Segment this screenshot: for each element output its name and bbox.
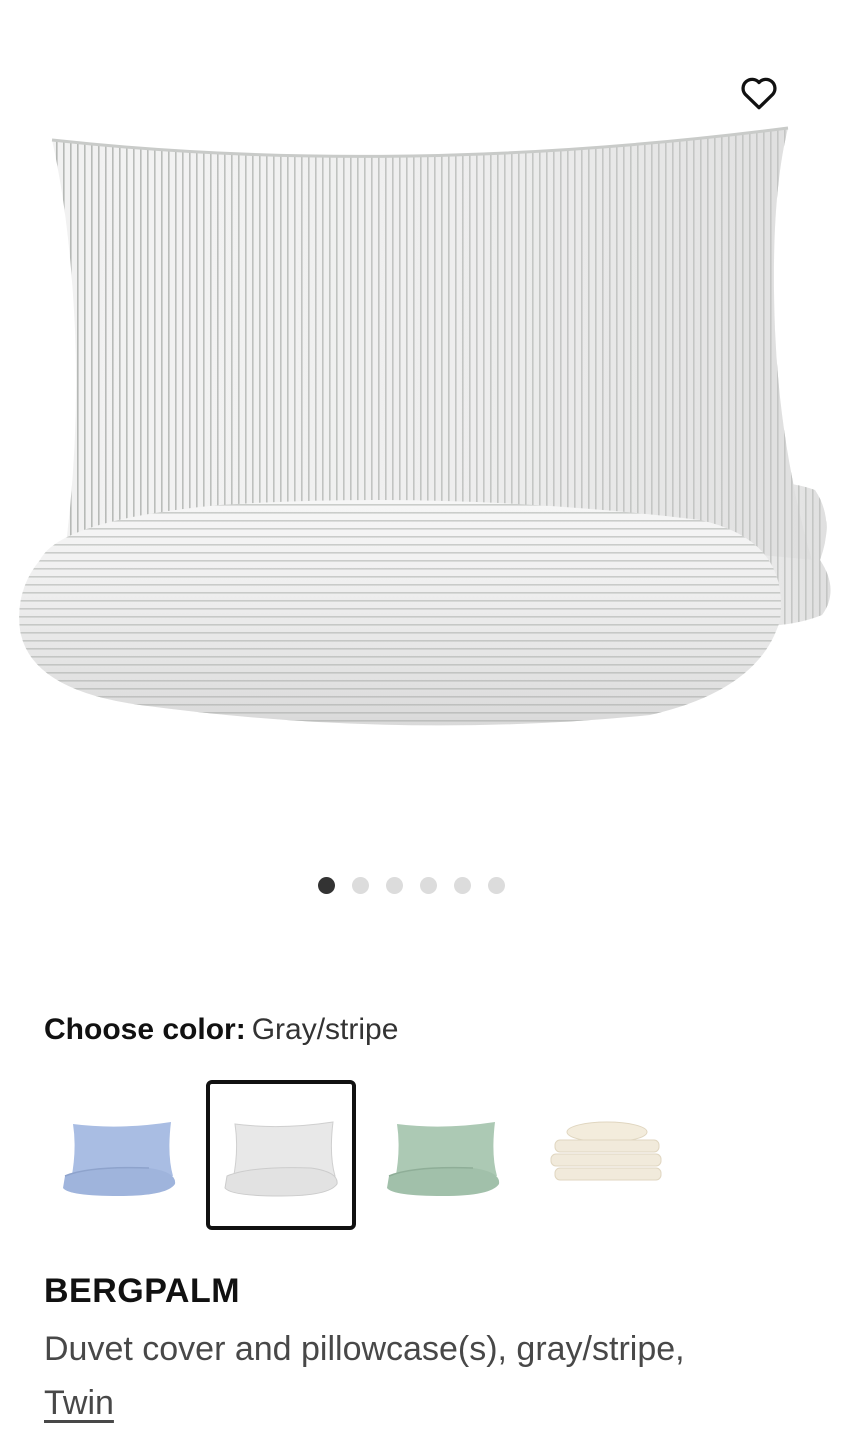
carousel-dot-4[interactable] xyxy=(419,877,437,894)
heart-outline-icon xyxy=(741,77,777,110)
carousel-dot-3[interactable] xyxy=(385,877,403,894)
product-description: Duvet cover and pillowcase(s), gray/stri… xyxy=(44,1322,824,1430)
selected-color-value: Gray/stripe xyxy=(251,1013,399,1046)
favorite-button[interactable] xyxy=(730,64,788,122)
duvet-thumbnail-green xyxy=(387,1122,500,1196)
product-size-link[interactable]: Twin xyxy=(44,1384,114,1422)
carousel-dot-2[interactable] xyxy=(351,877,369,894)
color-swatch-green[interactable] xyxy=(368,1080,518,1230)
duvet-thumbnail-beige xyxy=(550,1121,662,1181)
product-name: BERGPALM xyxy=(44,1272,241,1310)
product-image[interactable] xyxy=(0,0,847,860)
color-label-text: Choose color: xyxy=(44,1013,246,1046)
image-carousel-dots xyxy=(0,877,847,897)
duvet-thumbnail-gray xyxy=(224,1121,338,1197)
color-swatch-white-beige[interactable] xyxy=(530,1080,680,1230)
duvet-thumbnail-blue xyxy=(63,1122,176,1196)
carousel-dot-1[interactable] xyxy=(317,877,335,894)
color-swatch-gray-stripe[interactable] xyxy=(206,1080,356,1230)
color-swatch-light-blue[interactable] xyxy=(44,1080,194,1230)
product-description-text: Duvet cover and pillowcase(s), gray/stri… xyxy=(44,1330,685,1368)
carousel-dot-6[interactable] xyxy=(487,877,505,894)
color-chooser-label: Choose color: Gray/stripe xyxy=(44,1010,398,1050)
carousel-dot-5[interactable] xyxy=(453,877,471,894)
product-page: Choose color: Gray/stripe BERGPALM Duvet… xyxy=(0,0,847,1440)
color-swatches xyxy=(44,1080,680,1232)
